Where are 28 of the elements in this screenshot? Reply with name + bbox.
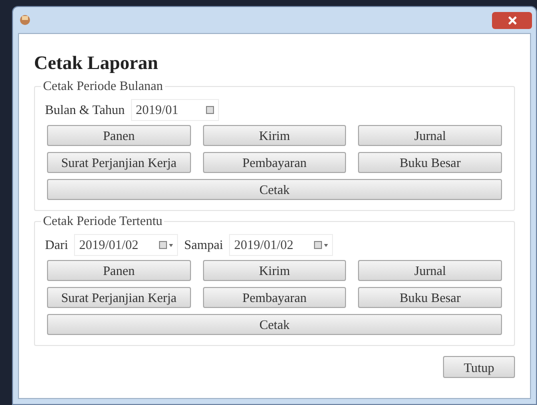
report-button[interactable]: Panen [47,260,191,281]
report-button[interactable]: Pembayaran [202,152,346,173]
report-button[interactable]: Cetak [47,179,502,200]
report-button[interactable]: Buku Besar [358,287,502,308]
field-label: Bulan & Tahun [45,101,125,120]
report-button[interactable]: Cetak [47,314,502,335]
report-button[interactable]: Jurnal [358,260,502,281]
app-icon [19,14,31,26]
date-field[interactable]: 2019/01/02 [229,234,334,256]
report-button[interactable]: Surat Perjanjian Kerja [47,287,191,308]
date-field[interactable]: 2019/01 [130,99,219,121]
calendar-icon[interactable] [206,106,214,114]
date-field[interactable]: 2019/01/02 [74,234,178,256]
report-button[interactable]: Panen [47,125,191,146]
report-button[interactable]: Kirim [202,125,346,146]
report-button[interactable]: Buku Besar [358,152,502,173]
report-button[interactable]: Jurnal [358,125,502,146]
field-label: Dari [45,236,68,254]
close-icon [508,16,516,24]
close-button[interactable] [492,12,532,28]
dialog-heading: Cetak Laporan [34,52,160,76]
report-button[interactable]: Surat Perjanjian Kerja [47,152,191,173]
field-label: Sampai [184,236,224,254]
report-button[interactable]: Kirim [202,260,346,281]
report-button[interactable]: Pembayaran [202,287,346,308]
close-dialog-button[interactable]: Tutup [443,356,515,378]
calendar-dropdown-icon[interactable] [159,241,174,249]
calendar-dropdown-icon[interactable] [314,241,328,249]
